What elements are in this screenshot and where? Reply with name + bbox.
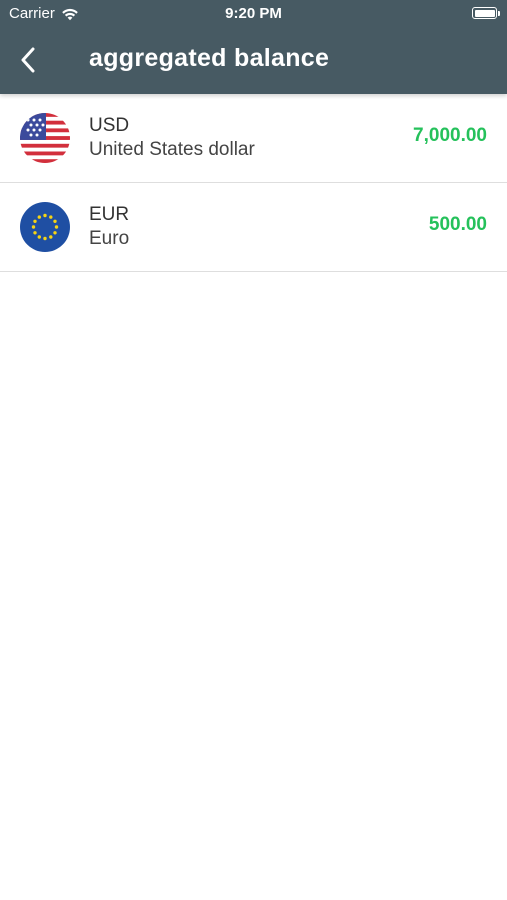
app-header: Carrier 9:20 PM aggregated balance bbox=[0, 0, 507, 94]
page-title: aggregated balance bbox=[89, 44, 330, 72]
status-bar: Carrier 9:20 PM bbox=[0, 0, 507, 28]
currency-code: EUR bbox=[89, 204, 130, 225]
balance-row-usd[interactable]: USD United States dollar 7,000.00 bbox=[0, 94, 507, 183]
currency-name: United States dollar bbox=[89, 139, 255, 160]
eu-flag-icon bbox=[20, 202, 70, 252]
balance-row-eur[interactable]: EUR Euro 500.00 bbox=[0, 183, 507, 272]
chevron-left-icon bbox=[21, 47, 35, 73]
navigation-bar: aggregated balance bbox=[0, 28, 507, 94]
back-button[interactable] bbox=[12, 42, 44, 78]
battery-icon bbox=[472, 7, 500, 19]
currency-code: USD bbox=[89, 115, 130, 136]
status-time: 9:20 PM bbox=[225, 5, 282, 22]
balance-amount: 7,000.00 bbox=[413, 125, 487, 146]
balance-list: USD United States dollar 7,000.00 EUR Eu… bbox=[0, 94, 507, 272]
currency-name: Euro bbox=[89, 228, 130, 249]
us-flag-icon bbox=[20, 113, 70, 163]
balance-amount: 500.00 bbox=[428, 214, 487, 235]
